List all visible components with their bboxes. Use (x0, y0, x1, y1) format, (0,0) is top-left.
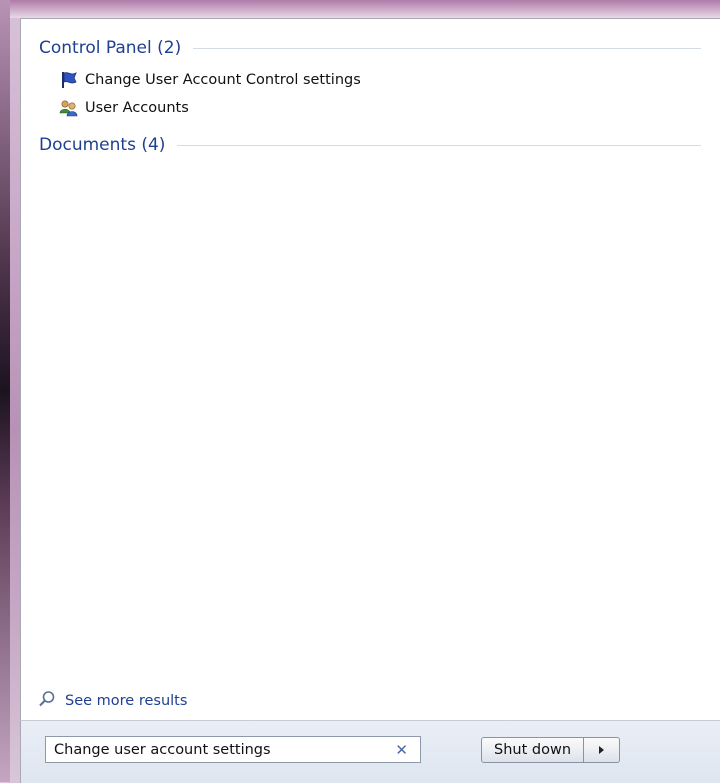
search-input[interactable]: Change user account settings ✕ (45, 736, 421, 763)
group-header-control-panel: Control Panel (2) (39, 36, 701, 60)
divider (177, 144, 701, 146)
result-item-uac-settings[interactable]: Change User Account Control settings (59, 69, 361, 91)
group-header-documents[interactable]: Documents (4) (39, 133, 701, 157)
clear-icon[interactable]: ✕ (395, 741, 408, 759)
start-menu-results-pane: Control Panel (2) Change User Account Co… (20, 18, 720, 721)
start-menu-frame (10, 0, 720, 18)
desktop-background (0, 0, 10, 782)
result-item-user-accounts[interactable]: User Accounts (59, 97, 189, 119)
see-more-results-link[interactable]: See more results (37, 689, 187, 713)
group-title: Documents (4) (39, 135, 166, 155)
result-label: User Accounts (85, 100, 189, 116)
uac-flag-icon (59, 70, 79, 90)
search-input-value[interactable]: Change user account settings (54, 742, 395, 758)
divider (193, 47, 701, 49)
shutdown-options-button[interactable] (584, 737, 621, 763)
search-icon (37, 689, 57, 713)
shutdown-button[interactable]: Shut down (481, 737, 585, 763)
group-title: Control Panel (2) (39, 38, 182, 58)
result-label: Change User Account Control settings (85, 72, 361, 88)
shutdown-control: Shut down (481, 737, 621, 763)
see-more-label: See more results (65, 693, 188, 709)
arrow-right-icon (599, 746, 605, 754)
user-accounts-icon (59, 98, 79, 118)
start-menu-bottom-bar: Change user account settings ✕ Shut down (20, 720, 720, 783)
